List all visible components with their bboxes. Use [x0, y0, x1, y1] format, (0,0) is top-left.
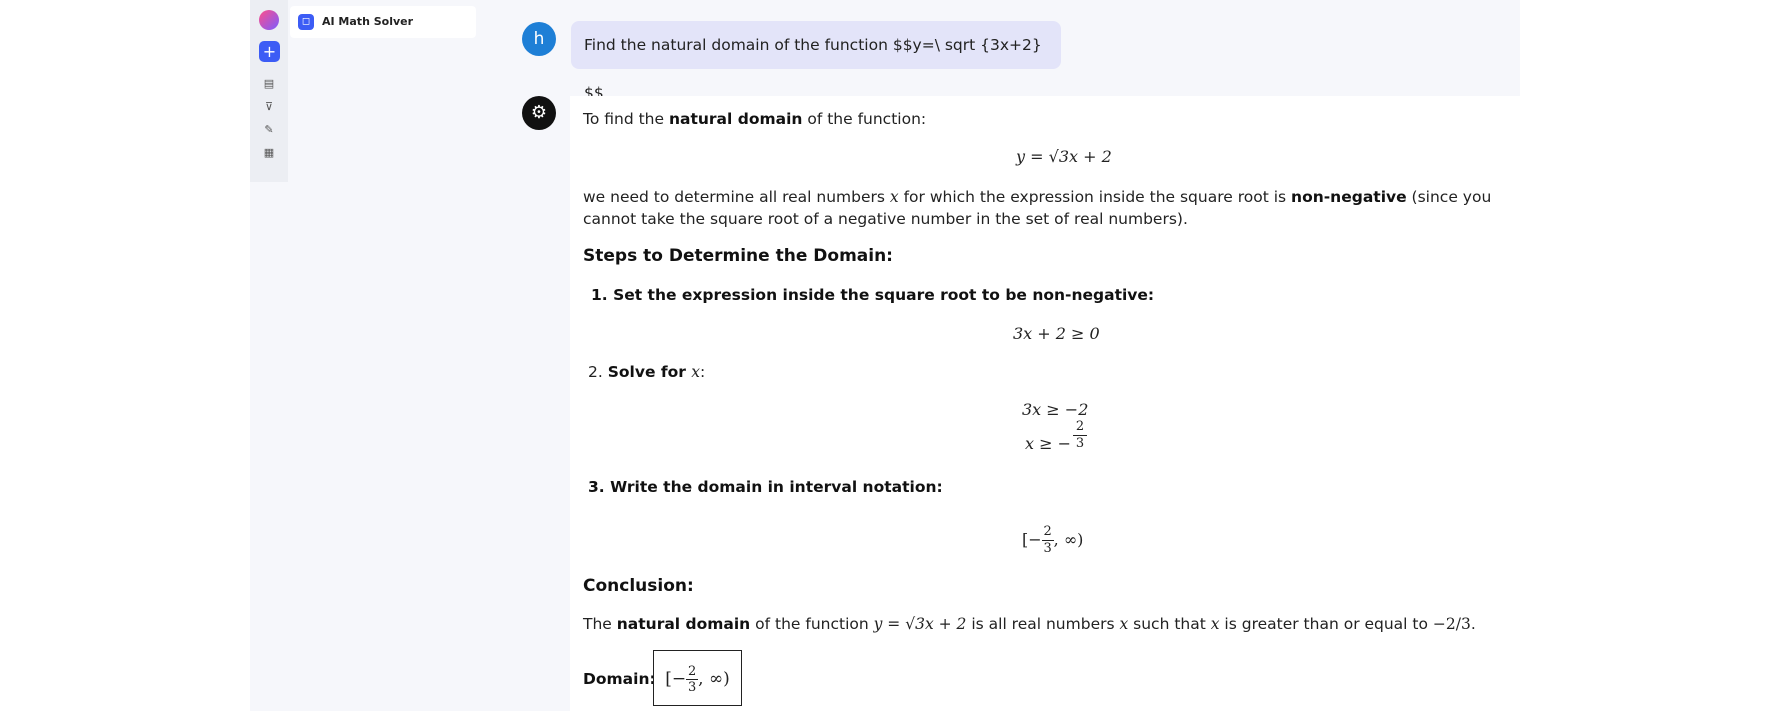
user-avatar: h: [522, 22, 556, 56]
step-2-formula-b: x ≥ −: [1025, 434, 1072, 453]
bot-avatar-icon: ⚙: [522, 96, 556, 130]
step-2-fraction: 2 3: [1073, 419, 1087, 452]
conclusion-heading: Conclusion:: [583, 576, 694, 596]
step-2-formula-a: 3x ≥ −2: [1022, 400, 1089, 419]
app-logo[interactable]: [259, 10, 279, 30]
tool-tab-ai-math-solver[interactable]: ◻ AI Math Solver: [290, 6, 476, 38]
formula-main: y = √3x + 2: [1016, 147, 1112, 166]
answer-intro: To find the natural domain of the functi…: [583, 110, 927, 128]
side-panel: [288, 0, 476, 711]
cart-icon[interactable]: ⊽: [262, 100, 276, 114]
user-message: Find the natural domain of the function …: [571, 21, 1061, 102]
pen-icon[interactable]: ✎: [262, 123, 276, 137]
grid-icon[interactable]: ▦: [262, 146, 276, 160]
step-2: 2. Solve for x:: [588, 363, 706, 381]
step-1: 1. Set the expression inside the square …: [591, 286, 1155, 304]
left-rail: + ▤ ⊽ ✎ ▦: [250, 0, 288, 182]
document-icon[interactable]: ▤: [262, 77, 276, 91]
domain-label: Domain:: [583, 670, 656, 688]
step-1-formula: 3x + 2 ≥ 0: [1013, 324, 1100, 343]
steps-heading: Steps to Determine the Domain:: [583, 246, 893, 266]
domain-answer-box: [− 2 3, ∞): [653, 650, 742, 706]
conclusion-text: The natural domain of the function y = √…: [583, 615, 1476, 633]
step-3: 3. Write the domain in interval notation…: [588, 478, 943, 496]
math-solver-icon: ◻: [298, 14, 314, 30]
explain-line-2: cannot take the square root of a negativ…: [583, 210, 1188, 228]
step-3-formula: [− 2 3, ∞): [1022, 524, 1084, 556]
tool-tab-label: AI Math Solver: [322, 15, 414, 28]
new-chat-button[interactable]: +: [259, 41, 280, 62]
explain-line-1: we need to determine all real numbers x …: [583, 188, 1492, 206]
